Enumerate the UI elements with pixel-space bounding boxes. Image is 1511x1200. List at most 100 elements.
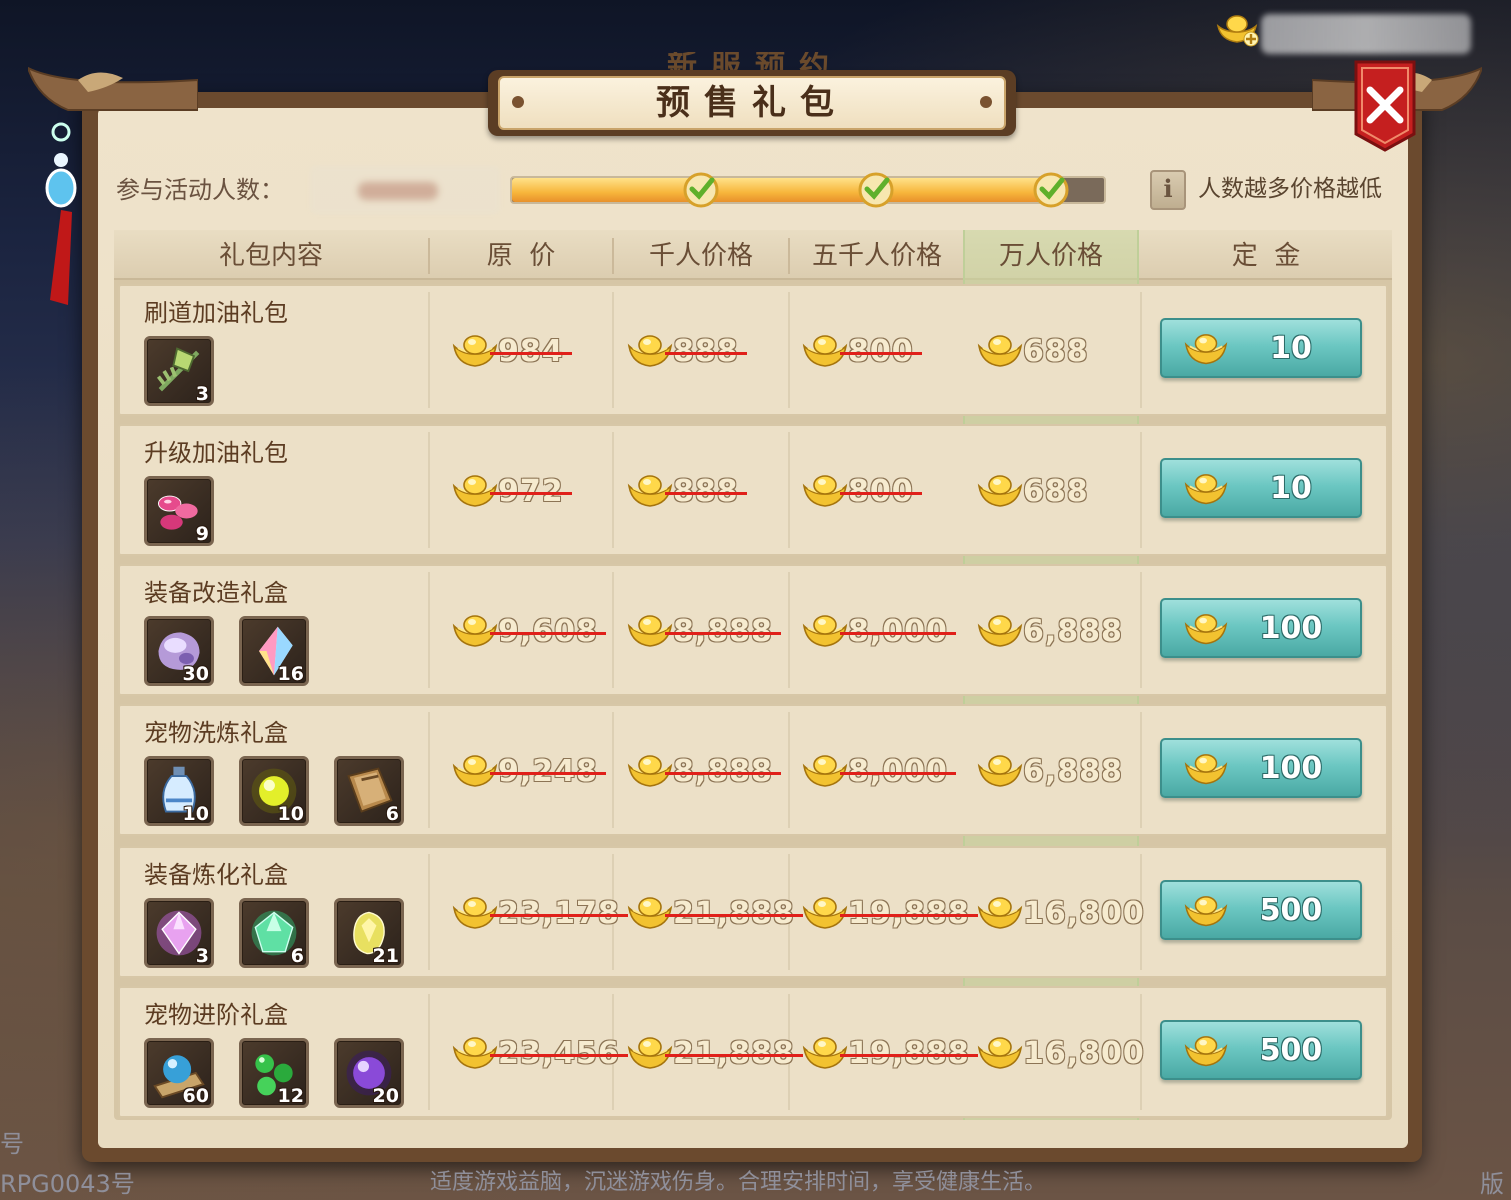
price-value: 6,888 xyxy=(1023,754,1123,789)
deposit-amount: 100 xyxy=(1259,751,1323,786)
column-header-5k: 五千人价格 xyxy=(811,241,942,271)
pink-gem-icon[interactable]: 3 xyxy=(144,898,214,968)
rainbow-crystal-icon[interactable]: 16 xyxy=(239,616,309,686)
item-quantity: 12 xyxy=(277,1085,304,1107)
gold-ingot-icon xyxy=(802,1034,848,1072)
gold-ingot-icon xyxy=(802,472,848,510)
price-strikethrough xyxy=(665,772,781,775)
pink-pills-icon[interactable]: 9 xyxy=(144,476,214,546)
green-feather-charm-icon[interactable]: 3 xyxy=(144,336,214,406)
cell-divider xyxy=(428,292,430,408)
gold-ingot-icon xyxy=(452,894,498,932)
deposit-amount: 10 xyxy=(1270,471,1312,506)
price-value: 6,888 xyxy=(1023,614,1123,649)
price-strikethrough xyxy=(490,772,606,775)
column-header-contents: 礼包内容 xyxy=(218,241,323,271)
deposit-button[interactable]: 100 xyxy=(1160,738,1362,798)
cell-divider xyxy=(1140,432,1142,548)
price-original: 23,456 xyxy=(452,1034,628,1074)
price-value: 16,800 xyxy=(1023,1036,1145,1071)
green-beads-icon[interactable]: 12 xyxy=(239,1038,309,1108)
price-strikethrough xyxy=(490,632,606,635)
purple-stone-icon[interactable]: 30 xyxy=(144,616,214,686)
gold-ingot-icon xyxy=(452,612,498,650)
cell-divider xyxy=(428,854,430,970)
close-icon[interactable] xyxy=(1352,60,1418,152)
blue-vase-icon[interactable]: 10 xyxy=(144,756,214,826)
price-1k: 888 xyxy=(627,332,787,372)
deposit-button[interactable]: 500 xyxy=(1160,880,1362,940)
price-1k: 8,888 xyxy=(627,752,787,792)
currency-amount-blurred xyxy=(1261,14,1471,54)
gold-ingot-icon xyxy=(802,612,848,650)
participants-progress-bar xyxy=(510,176,1106,204)
price-strikethrough xyxy=(490,492,572,495)
package-name: 宠物洗炼礼盒 xyxy=(144,719,288,747)
cell-divider xyxy=(612,292,614,408)
price-strikethrough xyxy=(665,914,803,917)
item-quantity: 16 xyxy=(277,663,304,685)
price-10k: 16,800 xyxy=(977,894,1144,934)
price-strikethrough xyxy=(840,632,956,635)
deposit-button[interactable]: 500 xyxy=(1160,1020,1362,1080)
gold-ingot-icon xyxy=(452,752,498,790)
item-quantity: 60 xyxy=(182,1085,209,1107)
item-quantity: 6 xyxy=(290,945,304,967)
purple-orb-icon[interactable]: 20 xyxy=(334,1038,404,1108)
gold-ingot-icon xyxy=(627,612,673,650)
price-value: 688 xyxy=(1023,474,1089,509)
roof-eave-left-decoration xyxy=(28,66,198,111)
price-strikethrough xyxy=(665,352,747,355)
cell-divider xyxy=(788,292,790,408)
cell-divider xyxy=(788,572,790,688)
deposit-button[interactable]: 10 xyxy=(1160,458,1362,518)
dialog-title: 预售礼包 xyxy=(656,83,848,123)
book-icon[interactable]: 6 xyxy=(334,756,404,826)
price-strikethrough xyxy=(840,492,922,495)
price-10k: 688 xyxy=(977,472,1137,512)
price-5k: 8,000 xyxy=(802,752,962,792)
package-name: 装备改造礼盒 xyxy=(144,579,288,607)
price-1k: 21,888 xyxy=(627,1034,803,1074)
green-gem-icon[interactable]: 6 xyxy=(239,898,309,968)
price-original: 984 xyxy=(452,332,612,372)
deposit-button[interactable]: 10 xyxy=(1160,318,1362,378)
cell-divider xyxy=(1140,712,1142,828)
price-strikethrough xyxy=(840,1054,978,1057)
deposit-button[interactable]: 100 xyxy=(1160,598,1362,658)
item-quantity: 30 xyxy=(182,663,209,685)
column-header-deposit: 定 金 xyxy=(1231,241,1301,271)
blue-orb-scroll-icon[interactable]: 60 xyxy=(144,1038,214,1108)
price-strikethrough xyxy=(840,772,956,775)
price-strikethrough xyxy=(665,632,781,635)
gold-ingot-icon xyxy=(977,612,1023,650)
yellow-orb-icon[interactable]: 10 xyxy=(239,756,309,826)
gold-ingot-add-icon[interactable] xyxy=(1215,12,1259,48)
currency-bar[interactable] xyxy=(1215,8,1475,58)
item-quantity: 6 xyxy=(385,803,399,825)
cell-divider xyxy=(788,432,790,548)
price-strikethrough xyxy=(490,1054,628,1057)
price-10k: 6,888 xyxy=(977,752,1137,792)
gold-ingot-icon xyxy=(1184,331,1228,367)
cell-divider xyxy=(788,712,790,828)
column-header-10k: 万人价格 xyxy=(998,241,1103,271)
info-icon[interactable]: i xyxy=(1150,170,1186,210)
jade-tassel-decoration xyxy=(45,122,77,305)
gold-ingot-icon xyxy=(452,1034,498,1072)
price-original: 972 xyxy=(452,472,612,512)
progress-fill xyxy=(512,178,1063,202)
deposit-amount: 100 xyxy=(1259,611,1323,646)
package-name: 装备炼化礼盒 xyxy=(144,861,288,889)
price-value: 688 xyxy=(1023,334,1089,369)
cell-divider xyxy=(428,432,430,548)
yellow-gem-icon[interactable]: 21 xyxy=(334,898,404,968)
cell-divider xyxy=(612,432,614,548)
price-5k: 19,888 xyxy=(802,1034,978,1074)
gold-ingot-icon xyxy=(977,894,1023,932)
gold-ingot-icon xyxy=(627,472,673,510)
price-5k: 800 xyxy=(802,472,962,512)
cell-divider xyxy=(428,572,430,688)
cell-divider xyxy=(428,712,430,828)
license-text: 号 xyxy=(0,1130,24,1158)
